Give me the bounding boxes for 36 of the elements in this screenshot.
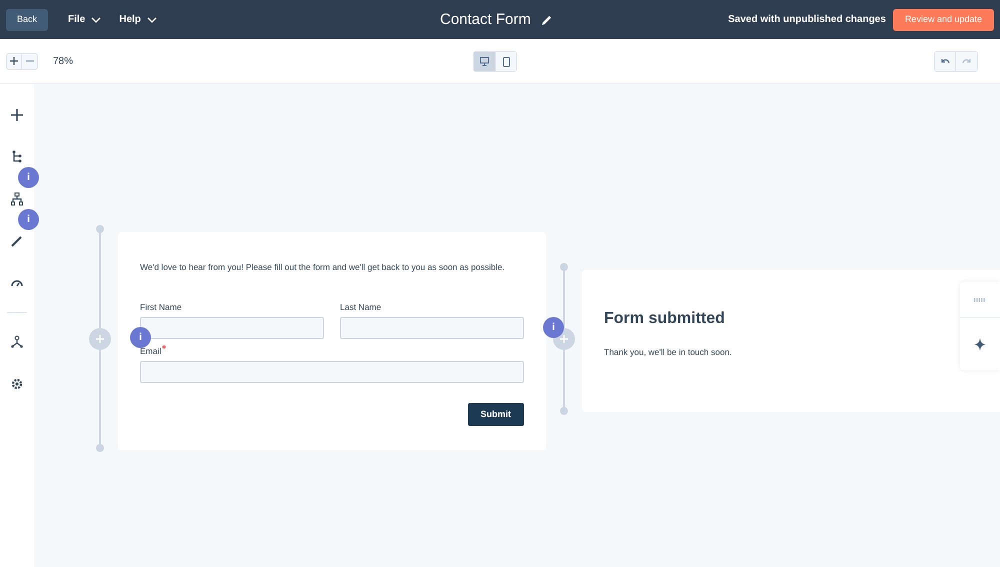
save-status: Saved with unpublished changes [728,13,886,27]
confirmation-message: Thank you, we'll be in touch soon. [604,346,732,359]
zoom-in-button[interactable] [7,54,22,68]
chevron-down-icon [146,16,157,22]
settings-icon [10,377,24,391]
device-toggle[interactable] [474,52,495,71]
input-field[interactable] [340,316,524,339]
input-field[interactable] [140,316,324,339]
brush-icon [10,234,24,248]
hierarchy-icon [10,192,24,206]
field-label: First Name [140,300,182,313]
redo-icon [962,58,971,64]
review-and-update-button[interactable]: Review and update [892,8,994,30]
undo-button[interactable] [935,52,956,70]
plus-icon [10,108,24,122]
form-intro: We'd love to hear from you! Please fill out the form and we'll get back to you as soon as possible. [140,261,506,274]
form-title: Contact Form [440,10,531,30]
submit-button[interactable]: Submit [468,402,524,426]
input-field[interactable] [140,360,524,383]
undo-icon [940,58,950,64]
flow-icon [10,335,24,349]
tree-icon [10,150,24,164]
menu-button[interactable]: Help [119,12,157,27]
confirmation-title: Form submitted [604,309,725,329]
field-label: Last Name [340,300,382,313]
desktop-icon [480,57,489,66]
back-button[interactable]: Back [6,8,48,30]
menu-button[interactable]: File [68,12,102,27]
sparkle-icon [974,338,986,350]
plus-icon [10,57,18,65]
chevron-down-icon [91,16,102,22]
mobile-icon [502,56,510,66]
grip-icon [973,298,987,302]
zoom-level: 78% [53,54,74,68]
device-toggle[interactable] [495,52,516,71]
pencil-icon[interactable] [540,14,552,26]
